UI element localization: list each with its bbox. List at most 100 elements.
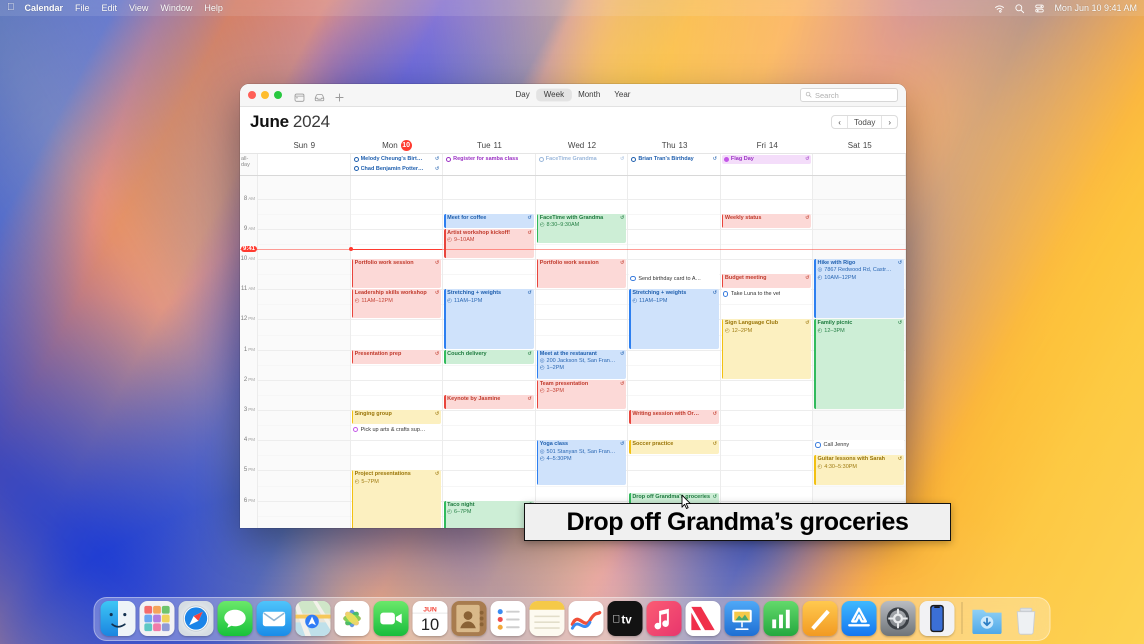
day-column-sun[interactable]	[258, 176, 351, 528]
wifi-icon[interactable]	[994, 3, 1005, 14]
calendar-event[interactable]: Meet at the restaurant ↺ ◎ 200 Jackson St, …	[536, 349, 627, 379]
apple-menu-icon[interactable]: 	[7, 3, 15, 13]
dock-item-launchpad[interactable]	[139, 601, 175, 636]
calendar-event[interactable]: Yoga class ↺ ◎ 501 Stanyan St, San Fran… ◴ 4–…	[536, 440, 627, 485]
calendar-event[interactable]: Family picnic ↺ ◴ 12–3PM	[814, 319, 905, 410]
day-column-fri[interactable]: Weekly status ↺ Budget meeting ↺ Sign Langua…	[720, 176, 814, 528]
minimize-button[interactable]	[261, 91, 269, 99]
calendar-event[interactable]: Guitar lessons with Sarah ↺ ◴ 4:30–5:30PM	[814, 455, 905, 485]
next-week-button[interactable]: ›	[882, 116, 897, 128]
calendar-event[interactable]: Stretching + weights ↺ ◴ 11AM–1PM	[444, 289, 534, 349]
calendar-grid-scroll[interactable]: 8AM 9AM 10AM 11AM 12PM 1PM 2PM 3PM 4PM 5PM 6PM 9:41…	[240, 176, 906, 528]
calendar-event[interactable]: Weekly status ↺	[721, 213, 812, 228]
day-column-wed[interactable]: FaceTime with Grandma ↺ ◴ 8:30–9:30AM Portfo…	[535, 176, 629, 528]
calendar-event[interactable]: Portfolio work session ↺	[536, 259, 627, 289]
calendar-event[interactable]: Budget meeting ↺	[721, 274, 812, 289]
reminder-item[interactable]: Call Jenny	[814, 440, 905, 450]
day-column-mon[interactable]: Portfolio work session ↺ Leadership skills…	[348, 176, 444, 528]
calendar-event[interactable]: Hike with Rigo ↺ ◎ 7867 Redwood Rd, Castr… ◴…	[814, 259, 905, 319]
calendar-event[interactable]: Project presentations ↺ ◴ 5–7PM	[351, 470, 442, 528]
dock-item-system-settings[interactable]	[880, 601, 916, 636]
inbox-icon[interactable]	[314, 90, 325, 101]
day-header-tue[interactable]: Tue 11	[443, 137, 536, 153]
calendar-event[interactable]: Team presentation ↺ ◴ 2–3PM	[536, 379, 627, 410]
dock-item-freeform[interactable]	[568, 601, 604, 636]
all-day-column[interactable]	[813, 154, 906, 175]
all-day-event[interactable]: Chad Benjamin Potter… ↺	[352, 165, 442, 174]
prev-week-button[interactable]: ‹	[832, 116, 848, 128]
all-day-column[interactable]: Melody Cheung's Birt… ↺ Chad Benjamin Pott…	[351, 154, 444, 175]
all-day-column[interactable]: Flag Day ↺	[721, 154, 814, 175]
dock-item-calendar[interactable]: JUN 10	[412, 601, 448, 636]
dock-item-maps[interactable]	[295, 601, 331, 636]
day-column-tue[interactable]: Meet for coffee ↺ Artist workshop kickoff!…	[443, 176, 536, 528]
reminder-item[interactable]: Take Luna to the vet	[721, 289, 812, 299]
dock-item-downloads[interactable]	[970, 601, 1005, 636]
day-header-sat[interactable]: Sat 15	[813, 137, 906, 153]
reminder-item[interactable]: Send birthday card to A…	[629, 274, 719, 284]
menu-item-help[interactable]: Help	[204, 3, 223, 13]
day-header-thu[interactable]: Thu 13	[628, 137, 721, 153]
calendar-event[interactable]: Writing session with Or… ↺	[629, 410, 719, 425]
view-tab-day[interactable]: Day	[509, 89, 537, 102]
search-icon[interactable]	[1014, 3, 1025, 14]
calendar-event[interactable]: Leadership skills workshop ↺ ◴ 11AM–12PM	[351, 289, 442, 319]
dock-item-photos[interactable]	[334, 601, 370, 636]
calendar-event[interactable]: Meet for coffee ↺	[444, 213, 534, 228]
view-tab-week[interactable]: Week	[536, 88, 572, 102]
dock-item-safari[interactable]	[178, 601, 214, 636]
search-field[interactable]: Search	[800, 88, 898, 102]
dock-item-facetime[interactable]	[373, 601, 409, 636]
dock-item-numbers[interactable]	[763, 601, 799, 636]
day-header-sun[interactable]: Sun 9	[258, 137, 351, 153]
dock-item-finder[interactable]	[100, 601, 136, 636]
all-day-column[interactable]: Brian Tran's Birthday ↺	[628, 154, 721, 175]
calendar-event[interactable]: Soccer practice ↺	[629, 440, 719, 455]
all-day-column[interactable]	[258, 154, 351, 175]
calendar-event[interactable]: Portfolio work session ↺	[351, 259, 442, 289]
all-day-column[interactable]: FaceTime Grandma ↺	[536, 154, 629, 175]
view-segmented-control[interactable]: Day Week Month Year	[509, 88, 638, 102]
all-day-event[interactable]: FaceTime Grandma ↺	[537, 155, 627, 164]
dock-item-apple-tv[interactable]: tv	[607, 601, 643, 636]
reminder-item[interactable]: Pick up arts & crafts sup…	[351, 425, 442, 435]
calendar-event[interactable]: Stretching + weights ↺ ◴ 11AM–1PM	[629, 289, 719, 349]
reminder-checkbox-icon[interactable]	[352, 426, 359, 433]
zoom-button[interactable]	[274, 91, 282, 99]
dock-item-reminders[interactable]	[490, 601, 526, 636]
dock-item-messages[interactable]	[217, 601, 253, 636]
dock-item-trash[interactable]	[1009, 601, 1044, 636]
day-column-sat[interactable]: Hike with Rigo ↺ ◎ 7867 Redwood Rd, Castr… ◴…	[813, 176, 906, 528]
today-button[interactable]: Today	[848, 116, 883, 128]
reminder-checkbox-icon[interactable]	[815, 442, 821, 448]
calendar-event[interactable]: FaceTime with Grandma ↺ ◴ 8:30–9:30AM	[536, 213, 627, 243]
all-day-event[interactable]: Flag Day ↺	[721, 155, 812, 164]
dock-item-contacts[interactable]	[451, 601, 487, 636]
all-day-column[interactable]: Register for samba class	[443, 154, 536, 175]
dock-item-iphone-mirroring[interactable]	[919, 601, 955, 636]
all-day-event[interactable]: Brian Tran's Birthday ↺	[629, 155, 719, 164]
calendar-event[interactable]: Keynote by Jasmine ↺	[444, 394, 534, 410]
calendar-event[interactable]: Artist workshop kickoff! ↺ ◴ 9–10AM	[444, 228, 534, 259]
dock-item-news[interactable]	[685, 601, 721, 636]
reminder-checkbox-icon[interactable]	[722, 291, 729, 297]
menu-item-app[interactable]: Calendar	[25, 3, 64, 13]
dock-item-mail[interactable]	[256, 601, 292, 636]
calendar-event[interactable]: Sign Language Club ↺ ◴ 12–2PM	[721, 319, 812, 379]
calendar-sidebar-icon[interactable]	[294, 90, 305, 102]
menu-item-window[interactable]: Window	[160, 3, 192, 13]
all-day-event[interactable]: Melody Cheung's Birt… ↺	[352, 155, 442, 164]
menubar-clock[interactable]: Mon Jun 10 9:41 AM	[1054, 3, 1137, 13]
menu-item-view[interactable]: View	[129, 3, 148, 13]
view-tab-month[interactable]: Month	[571, 89, 607, 102]
calendar-event[interactable]: Singing group ↺	[351, 410, 442, 425]
dock-item-app-store[interactable]	[841, 601, 877, 636]
calendar-event[interactable]: Presentation prep ↺	[351, 349, 442, 364]
day-header-wed[interactable]: Wed 12	[536, 137, 629, 153]
dock-item-keynote[interactable]	[724, 601, 760, 636]
dock-item-music[interactable]	[646, 601, 682, 636]
dock-item-notes[interactable]	[529, 601, 565, 636]
all-day-event[interactable]: Register for samba class	[444, 155, 534, 164]
day-header-fri[interactable]: Fri 14	[721, 137, 814, 153]
day-header-mon[interactable]: Mon 10	[351, 137, 444, 153]
